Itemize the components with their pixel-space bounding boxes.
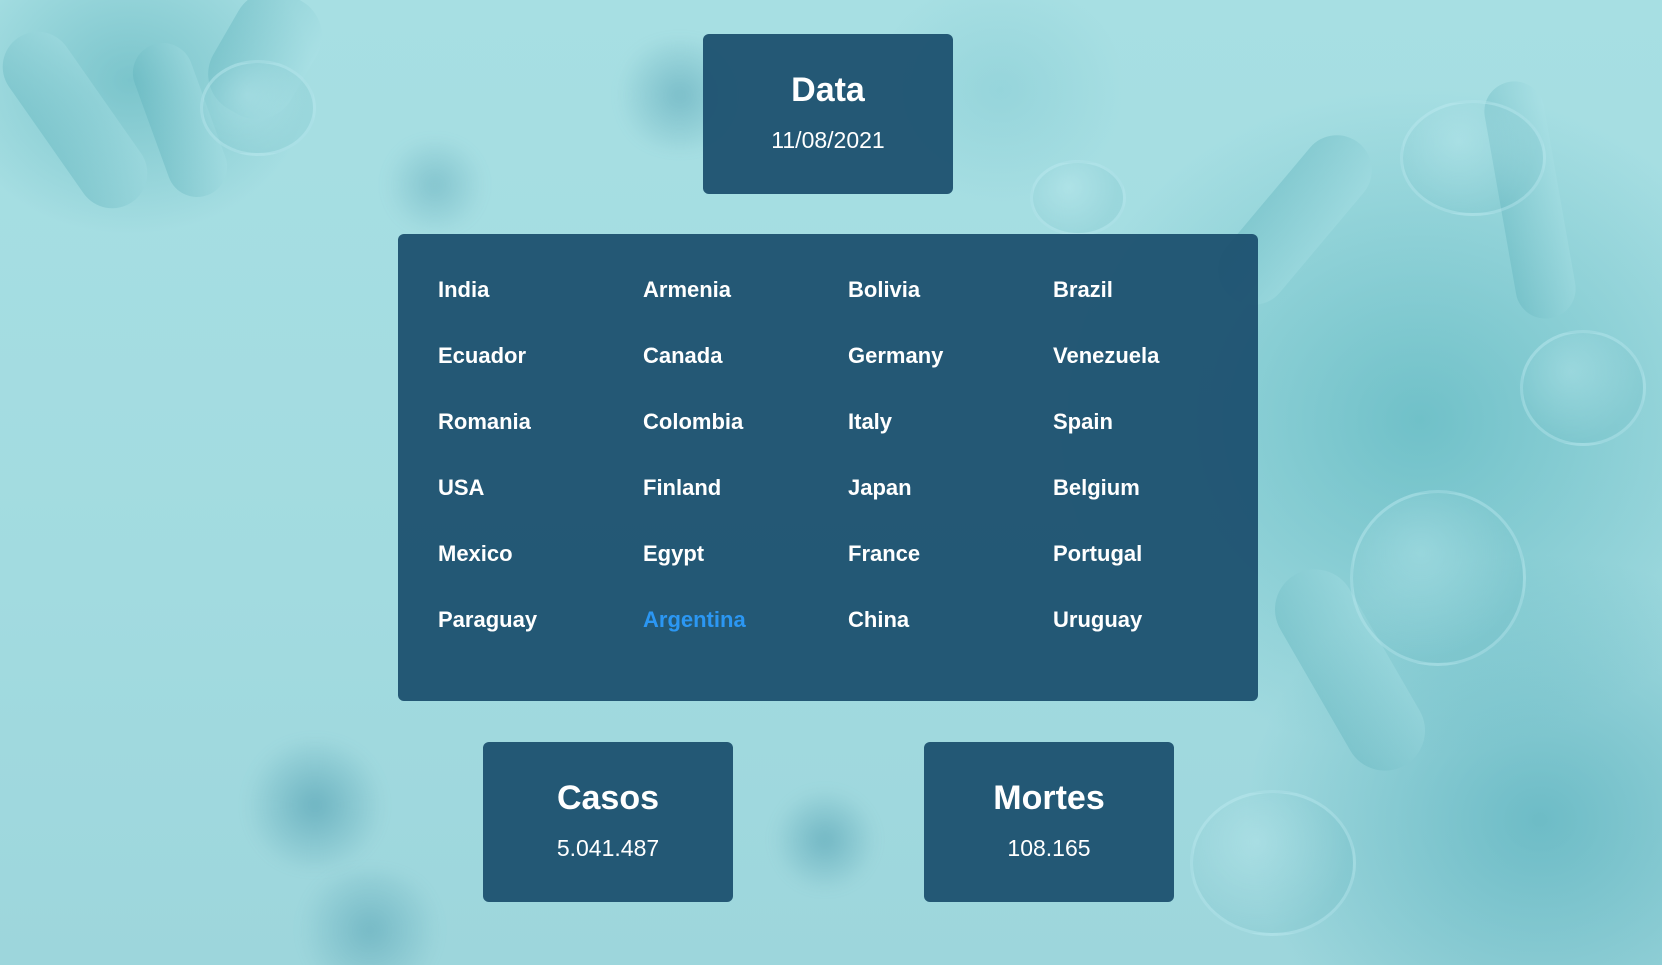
country-item-finland[interactable]: Finland	[643, 474, 848, 540]
country-item-usa[interactable]: USA	[438, 474, 643, 540]
country-item-argentina[interactable]: Argentina	[643, 606, 848, 672]
deaths-value: 108.165	[1007, 835, 1091, 861]
country-item-china[interactable]: China	[848, 606, 1053, 672]
date-value: 11/08/2021	[771, 127, 885, 153]
country-item-mexico[interactable]: Mexico	[438, 540, 643, 606]
country-item-colombia[interactable]: Colombia	[643, 408, 848, 474]
country-grid: India Armenia Bolivia Brazil Ecuador Can…	[438, 276, 1258, 672]
country-item-bolivia[interactable]: Bolivia	[848, 276, 1053, 342]
country-list-card: India Armenia Bolivia Brazil Ecuador Can…	[398, 234, 1258, 701]
country-item-ecuador[interactable]: Ecuador	[438, 342, 643, 408]
cases-title: Casos	[556, 779, 660, 817]
country-item-venezuela[interactable]: Venezuela	[1053, 342, 1258, 408]
country-item-armenia[interactable]: Armenia	[643, 276, 848, 342]
country-item-egypt[interactable]: Egypt	[643, 540, 848, 606]
cases-card: Casos 5.041.487	[483, 742, 733, 902]
cases-value: 5.041.487	[556, 835, 660, 861]
country-item-belgium[interactable]: Belgium	[1053, 474, 1258, 540]
country-item-spain[interactable]: Spain	[1053, 408, 1258, 474]
deaths-title: Mortes	[993, 779, 1105, 817]
country-item-paraguay[interactable]: Paraguay	[438, 606, 643, 672]
country-item-india[interactable]: India	[438, 276, 643, 342]
date-card: Data 11/08/2021	[703, 34, 953, 194]
country-item-brazil[interactable]: Brazil	[1053, 276, 1258, 342]
country-item-uruguay[interactable]: Uruguay	[1053, 606, 1258, 672]
country-item-canada[interactable]: Canada	[643, 342, 848, 408]
country-item-italy[interactable]: Italy	[848, 408, 1053, 474]
country-item-france[interactable]: France	[848, 540, 1053, 606]
country-item-portugal[interactable]: Portugal	[1053, 540, 1258, 606]
country-item-romania[interactable]: Romania	[438, 408, 643, 474]
deaths-card: Mortes 108.165	[924, 742, 1174, 902]
country-item-japan[interactable]: Japan	[848, 474, 1053, 540]
country-item-germany[interactable]: Germany	[848, 342, 1053, 408]
date-title: Data	[791, 71, 865, 109]
